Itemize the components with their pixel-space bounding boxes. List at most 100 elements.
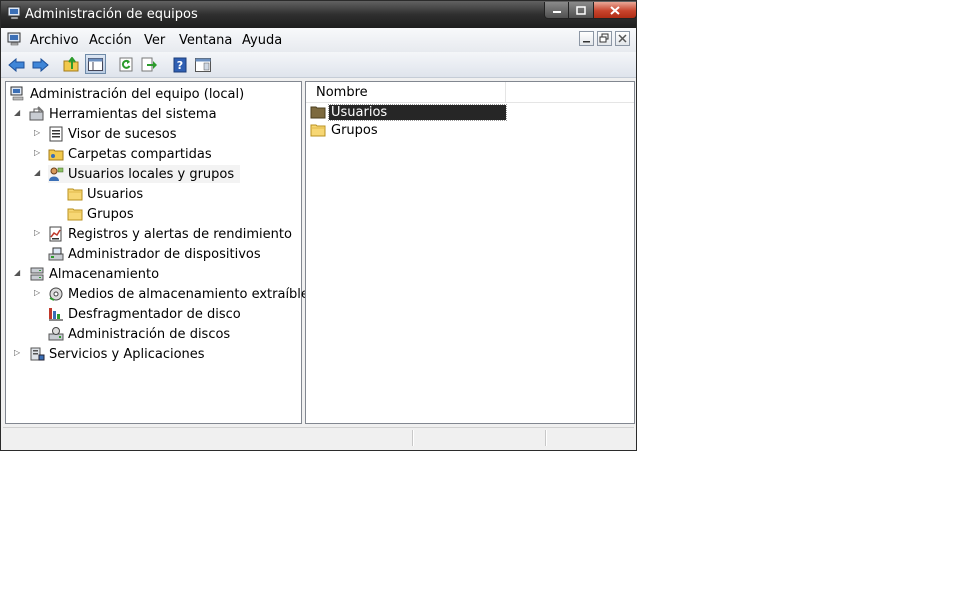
window-controls xyxy=(544,2,637,20)
folder-icon xyxy=(310,106,326,119)
tree-item-groups-folder[interactable]: Grupos xyxy=(67,205,134,223)
tree-item-disk-management[interactable]: Administración de discos xyxy=(48,325,230,343)
expanded-arrow-icon[interactable]: ◢ xyxy=(14,269,22,277)
tree-item-local-users-groups[interactable]: Usuarios locales y grupos xyxy=(48,165,241,183)
collapsed-arrow-icon[interactable]: ▷ xyxy=(34,229,42,237)
title-bar[interactable]: Administración de equipos xyxy=(1,1,637,28)
mdi-close-button[interactable] xyxy=(615,31,630,46)
menu-archivo[interactable]: Archivo xyxy=(30,33,79,48)
tree-item-computer-management[interactable]: Administración del equipo (local) xyxy=(10,85,244,103)
disk-management-icon xyxy=(48,327,64,341)
menu-ventana[interactable]: Ventana xyxy=(179,33,232,48)
refresh-icon xyxy=(119,57,132,72)
tree-item-performance-logs[interactable]: Registros y alertas de rendimiento xyxy=(48,225,292,243)
performance-logs-icon xyxy=(49,226,62,242)
list-header: Nombre xyxy=(306,82,634,103)
computer-management-icon xyxy=(10,86,24,101)
forward-button[interactable] xyxy=(31,56,49,73)
svg-text:?: ? xyxy=(177,59,183,72)
show-hide-tree-button[interactable] xyxy=(85,54,106,74)
tree-item-system-tools[interactable]: Herramientas del sistema xyxy=(29,105,217,123)
up-folder-icon xyxy=(63,57,78,72)
maximize-button[interactable] xyxy=(569,2,594,19)
tree-item-label: Herramientas del sistema xyxy=(49,106,217,122)
minimize-icon xyxy=(583,41,590,43)
collapsed-arrow-icon[interactable]: ▷ xyxy=(34,149,42,157)
show-hide-tree-icon xyxy=(88,57,103,71)
tree-item-label: Administrador de dispositivos xyxy=(68,246,261,262)
console-tree: Administración del equipo (local) ◢ Herr… xyxy=(5,81,316,424)
back-button[interactable] xyxy=(8,56,26,73)
collapsed-arrow-icon[interactable]: ▷ xyxy=(34,289,42,297)
storage-icon xyxy=(30,267,44,281)
tree-item-label: Registros y alertas de rendimiento xyxy=(68,226,292,242)
restore-icon xyxy=(599,33,609,43)
tree-item-device-manager[interactable]: Administrador de dispositivos xyxy=(48,245,261,263)
maximize-icon xyxy=(576,5,586,15)
mdi-restore-button[interactable] xyxy=(597,31,612,46)
computer-management-icon xyxy=(7,6,21,20)
export-list-button[interactable] xyxy=(140,56,158,73)
defragmenter-icon xyxy=(49,308,63,321)
tree-item-defragmenter[interactable]: Desfragmentador de disco xyxy=(48,305,241,323)
list-item-label: Grupos xyxy=(331,122,378,138)
tree-item-storage[interactable]: Almacenamiento xyxy=(29,265,159,283)
tree-item-label: Servicios y Aplicaciones xyxy=(49,346,205,362)
list-item-label: Usuarios xyxy=(328,103,507,121)
help-icon: ? xyxy=(173,57,187,72)
tree-item-label: Visor de sucesos xyxy=(68,126,177,142)
collapsed-arrow-icon[interactable]: ▷ xyxy=(14,349,22,357)
tree-item-label: Almacenamiento xyxy=(49,266,160,282)
list-item-users[interactable]: Usuarios xyxy=(310,103,507,121)
close-icon xyxy=(610,5,620,15)
device-manager-icon xyxy=(48,247,64,261)
tree-item-label: Usuarios xyxy=(87,186,144,202)
tree-item-label: Usuarios locales y grupos xyxy=(68,166,235,182)
system-tools-icon xyxy=(29,106,44,121)
column-header-label: Nombre xyxy=(316,85,368,100)
tree-item-services-applications[interactable]: Servicios y Aplicaciones xyxy=(29,345,205,363)
expanded-arrow-icon[interactable]: ◢ xyxy=(14,109,22,117)
mdi-minimize-button[interactable] xyxy=(579,31,594,46)
menu-ayuda[interactable]: Ayuda xyxy=(242,33,282,48)
forward-icon xyxy=(32,57,49,72)
close-icon xyxy=(618,34,627,43)
folder-icon xyxy=(67,188,83,201)
app-window: Administración de equipos Archivo Acción… xyxy=(0,0,637,451)
tree-item-event-viewer[interactable]: Visor de sucesos xyxy=(48,125,176,143)
export-list-icon xyxy=(141,57,157,72)
up-level-button[interactable] xyxy=(62,56,80,73)
collapsed-arrow-icon[interactable]: ▷ xyxy=(34,129,42,137)
tree-item-label: Desfragmentador de disco xyxy=(68,306,241,322)
window-title: Administración de equipos xyxy=(25,7,198,22)
menu-ver[interactable]: Ver xyxy=(144,33,165,48)
properties-pane-icon xyxy=(195,57,211,72)
tree-item-label: Carpetas compartidas xyxy=(68,146,212,162)
minimize-button[interactable] xyxy=(544,2,569,19)
status-divider xyxy=(412,430,414,446)
folder-icon xyxy=(67,208,83,221)
tree-item-removable-storage[interactable]: Medios de almacenamiento extraíbles xyxy=(48,285,316,303)
list-item-groups[interactable]: Grupos xyxy=(310,121,380,139)
services-applications-icon xyxy=(30,347,45,361)
refresh-button[interactable] xyxy=(117,56,135,73)
column-header-name[interactable]: Nombre xyxy=(306,82,506,102)
tree-item-label: Administración del equipo (local) xyxy=(30,86,245,102)
status-bar xyxy=(3,427,634,448)
computer-management-icon[interactable] xyxy=(7,32,22,47)
back-icon xyxy=(8,57,25,72)
help-button[interactable]: ? xyxy=(171,56,189,73)
tree-item-shared-folders[interactable]: Carpetas compartidas xyxy=(48,145,212,163)
close-button[interactable] xyxy=(594,2,637,19)
event-viewer-icon xyxy=(49,126,63,142)
minimize-icon xyxy=(552,11,561,13)
expanded-arrow-icon[interactable]: ◢ xyxy=(34,169,42,177)
shared-folders-icon xyxy=(48,149,64,161)
tree-item-label: Medios de almacenamiento extraíbles xyxy=(68,286,316,302)
properties-pane-button[interactable] xyxy=(194,56,212,73)
toolbar: ? xyxy=(1,52,636,78)
tree-item-users-folder[interactable]: Usuarios xyxy=(67,185,143,203)
tree-item-label: Grupos xyxy=(87,206,134,222)
menu-accion[interactable]: Acción xyxy=(89,33,132,48)
local-users-groups-icon xyxy=(49,167,64,181)
